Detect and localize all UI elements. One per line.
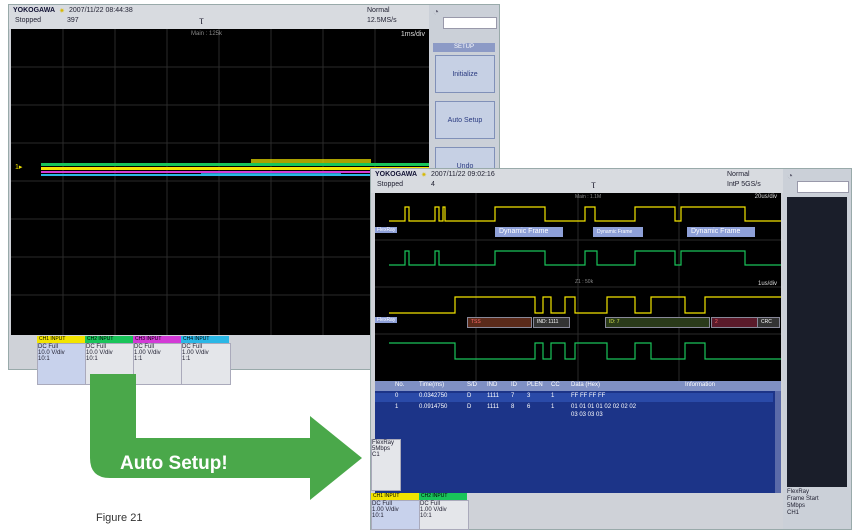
auto-setup-button[interactable]: Auto Setup <box>435 101 495 139</box>
sample-rate: 12.5MS/s <box>367 17 397 24</box>
sidebar-panel <box>787 197 847 487</box>
table-row[interactable]: 0 0.0342750 D 1111 7 3 1 FF FF FF FF <box>375 393 773 402</box>
trigger-mode: Normal <box>367 7 390 14</box>
decode-table[interactable]: No. Time(ms) S/D IND ID PLEN CC Data (He… <box>375 381 781 493</box>
timebase-top: 20us/div <box>754 194 777 200</box>
brand-logo: YOKOGAWA <box>375 171 418 178</box>
acq-count: 397 <box>67 17 79 24</box>
table-header: No. Time(ms) S/D IND ID PLEN CC Data (He… <box>375 381 781 391</box>
datetime: 2007/11/22 09:02:16 <box>431 171 495 178</box>
frame-label: Dynamic Frame <box>687 227 755 237</box>
knob-icon: ◔ <box>433 7 440 18</box>
table-scrollbar[interactable] <box>775 391 781 493</box>
ch2-trace-top <box>389 250 781 266</box>
timebase-zoom: 1us/div <box>757 281 777 287</box>
main-label: Main : 1.1M <box>575 194 602 200</box>
frame-label: Dynamic Frame <box>495 227 563 237</box>
datetime: 2007/11/22 08:44:38 <box>69 7 133 14</box>
bus-info-panel: FlexRay 5Mbps C1 <box>371 439 401 491</box>
ch2-trace-zoom <box>389 342 781 360</box>
right-sidebar: ◔ FlexRay Frame Start 5Mbps CH1 <box>783 169 851 529</box>
brand-logo: YOKOGAWA <box>13 7 56 14</box>
ch2-trace <box>41 163 429 166</box>
ch2-settings[interactable]: DC Full 1.00 V/div 10:1 <box>419 500 469 530</box>
table-row[interactable]: 1 0.0914750 D 1111 8 6 1 01 01 01 01 02 … <box>375 404 773 422</box>
waveform-display[interactable]: Main : 1.1M 20us/div Z1 : 50k 1us/div Fl… <box>375 193 781 381</box>
acq-status: Stopped <box>15 17 42 24</box>
main-label: Main : 125k <box>191 31 223 37</box>
ch1-marker-icon: 1▸ <box>15 164 23 171</box>
value-field[interactable] <box>443 17 497 29</box>
field-segment: TSS <box>467 317 532 328</box>
field-segment: 2 <box>711 317 758 328</box>
waveform-svg <box>11 29 429 335</box>
zoom-label: Z1 : 50k <box>575 279 594 285</box>
ch1-tab[interactable]: CH1 INPUT <box>37 336 85 343</box>
field-segment: ID: 7 <box>605 317 710 328</box>
value-field[interactable] <box>797 181 849 193</box>
figure-caption: Figure 21 <box>96 512 143 524</box>
timebase-label: 1ms/div <box>400 31 425 38</box>
waveform-svg <box>375 193 781 381</box>
ch3-tab[interactable]: CH3 INPUT <box>133 336 181 343</box>
trigger-info: FlexRay Frame Start 5Mbps CH1 <box>787 489 819 516</box>
header-bar: YOKOGAWA ✷ 2007/11/22 08:44:38 Stopped 3… <box>9 5 429 29</box>
field-segment: IND: 1111 <box>533 317 570 328</box>
ch1-trace-top <box>389 206 781 222</box>
frame-label: Dynamic Frame <box>593 227 643 237</box>
acq-status: Stopped <box>377 181 404 188</box>
ch2-tab[interactable]: CH2 INPUT <box>419 493 467 500</box>
trigger-marker-icon: Ⲧ <box>199 17 204 26</box>
ch1-trace-zoom <box>389 296 781 314</box>
sample-rate: IntP 5GS/s <box>727 181 761 188</box>
bus-label-top: FlexRay <box>375 227 398 233</box>
setup-title: SETUP <box>433 43 495 52</box>
knob-icon: ◔ <box>787 171 794 182</box>
trigger-mode: Normal <box>727 171 750 178</box>
trigger-marker-icon: Ⲧ <box>591 181 596 190</box>
header-bar: YOKOGAWA ✷ 2007/11/22 09:02:16 Stopped 4… <box>371 169 783 193</box>
acq-count: 4 <box>431 181 435 188</box>
scope-screen-after: YOKOGAWA ✷ 2007/11/22 09:02:16 Stopped 4… <box>370 168 852 530</box>
arrow-graphic <box>90 374 362 500</box>
field-segment: CRC <box>757 317 780 328</box>
ch1-tab[interactable]: CH1 INPUT <box>371 493 419 500</box>
initialize-button[interactable]: Initialize <box>435 55 495 93</box>
ch2-tab[interactable]: CH2 INPUT <box>85 336 133 343</box>
ch1-settings[interactable]: DC Full 1.00 V/div 10:1 <box>371 500 421 530</box>
waveform-display[interactable]: Main : 125k 1ms/div 1▸ <box>11 29 429 335</box>
ch4-tab[interactable]: CH4 INPUT <box>181 336 229 343</box>
sun-icon: ✷ <box>59 8 65 15</box>
auto-setup-callout: Auto Setup! <box>120 453 228 474</box>
sun-icon: ✷ <box>421 172 427 179</box>
bus-label-zoom: FlexRay <box>375 317 398 323</box>
